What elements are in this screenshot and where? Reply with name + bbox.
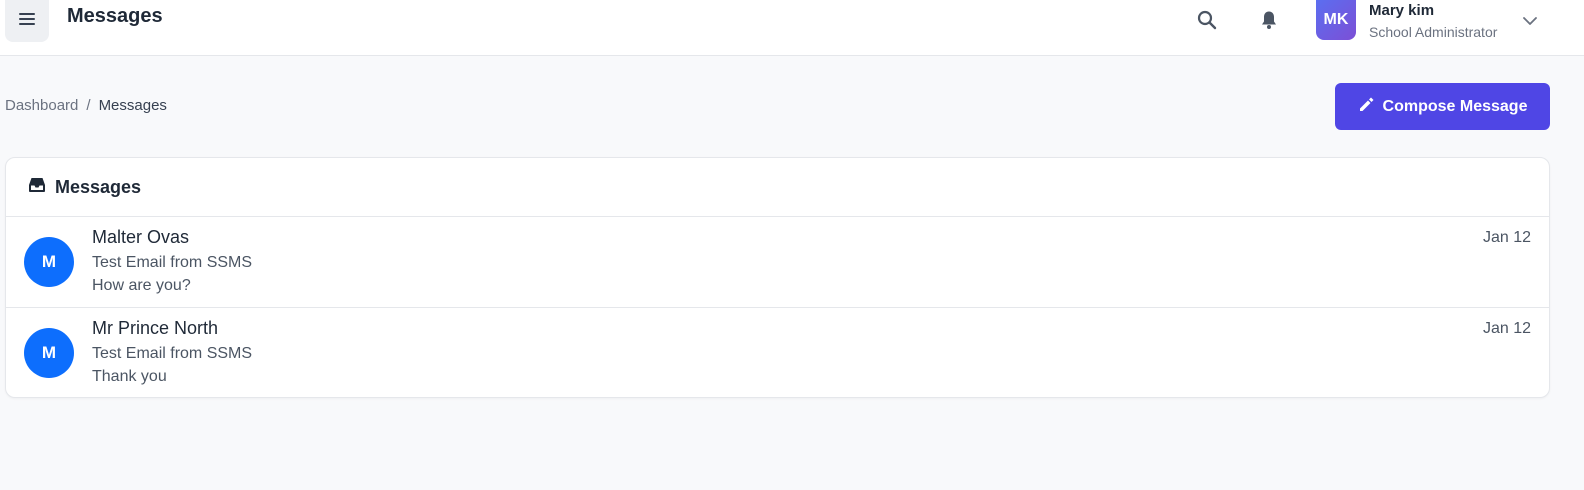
message-date: Jan 12 (1482, 320, 1531, 337)
sender-avatar: M (24, 237, 74, 287)
message-date: Jan 12 (1482, 229, 1531, 246)
user-name[interactable]: Mary kim (1369, 2, 1434, 19)
messages-card: Messages M Malter Ovas Test Email from S… (5, 157, 1550, 398)
compose-message-button[interactable]: Compose Message (1335, 83, 1550, 130)
messages-card-header: Messages (6, 158, 1549, 217)
inbox-icon (28, 177, 46, 198)
menu-toggle-button[interactable] (5, 0, 49, 42)
bell-icon (1260, 10, 1278, 35)
page-title: Messages (67, 5, 163, 27)
chevron-down-icon (1523, 13, 1537, 31)
message-row[interactable]: M Malter Ovas Test Email from SSMS How a… (6, 217, 1549, 308)
hamburger-icon (19, 12, 35, 31)
breadcrumb-current: Messages (98, 97, 167, 114)
breadcrumb: Dashboard / Messages (5, 97, 167, 114)
user-menu-toggle[interactable] (1520, 12, 1540, 32)
message-preview: Thank you (92, 368, 167, 385)
search-button[interactable] (1194, 9, 1220, 35)
messages-card-title: Messages (55, 176, 142, 197)
compose-message-label: Compose Message (1382, 97, 1528, 115)
breadcrumb-dashboard[interactable]: Dashboard (5, 97, 78, 114)
pencil-icon (1358, 96, 1375, 118)
sender-avatar: M (24, 328, 74, 378)
top-bar: Messages MK Mary kim School Administrato… (0, 0, 1584, 56)
message-row[interactable]: M Mr Prince North Test Email from SSMS T… (6, 308, 1549, 397)
message-subject: Test Email from SSMS (92, 345, 253, 362)
user-avatar[interactable]: MK (1316, 0, 1356, 40)
search-icon (1197, 10, 1217, 35)
message-sender: Mr Prince North (92, 318, 219, 338)
message-preview: How are you? (92, 277, 191, 294)
breadcrumb-separator: / (86, 97, 91, 114)
notifications-button[interactable] (1256, 9, 1282, 35)
message-subject: Test Email from SSMS (92, 254, 253, 271)
user-role: School Administrator (1369, 24, 1498, 40)
message-sender: Malter Ovas (92, 227, 190, 247)
